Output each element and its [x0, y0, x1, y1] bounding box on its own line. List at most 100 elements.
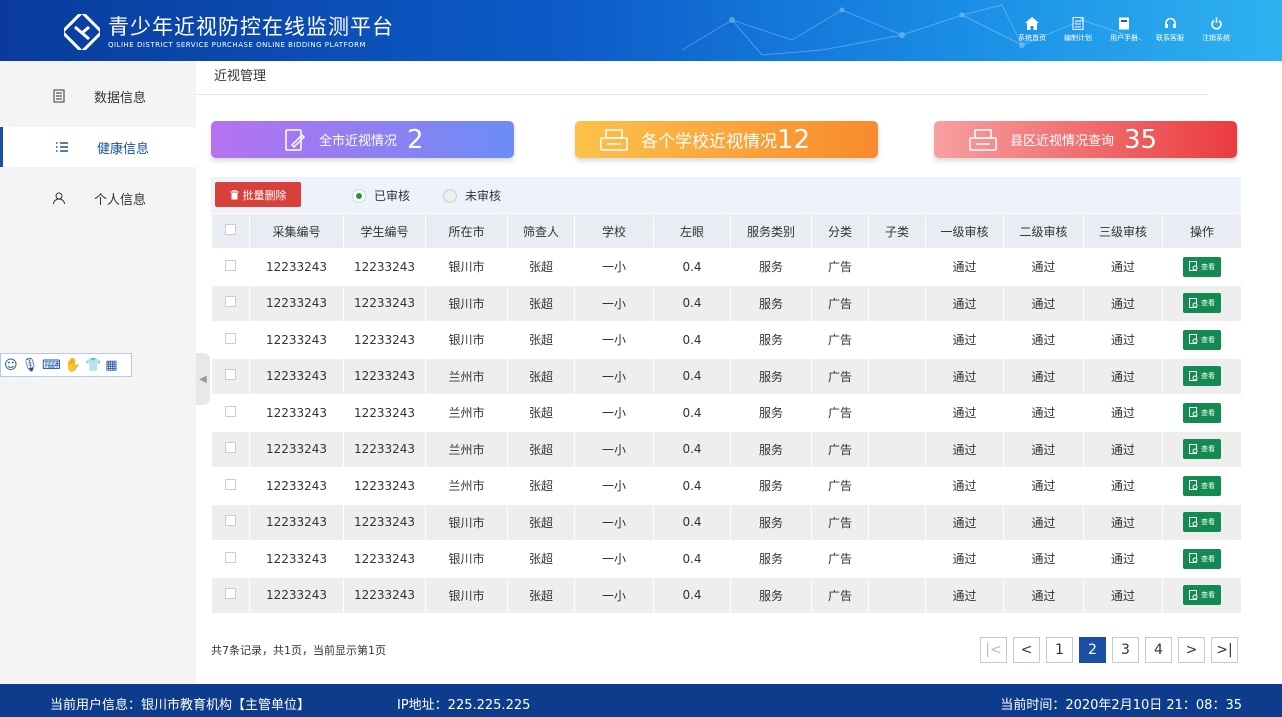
table-cell: 12233243: [343, 394, 426, 432]
column-header[interactable]: 学生编号: [343, 213, 426, 249]
microphone-icon[interactable]: 🎙: [22, 358, 39, 373]
table-cell: 一小: [574, 467, 654, 505]
page-button[interactable]: 1: [1046, 637, 1073, 663]
chevron-left-icon: ◀: [199, 373, 207, 385]
table-cell: 通过: [925, 467, 1004, 505]
table-cell: 一小: [574, 503, 654, 541]
table-cell: 12233243: [249, 540, 344, 578]
prev-page-button[interactable]: <: [1013, 637, 1040, 663]
headset-icon: [1164, 17, 1176, 28]
sidebar-item-health[interactable]: 健康信息: [0, 127, 196, 167]
table-cell: 通过: [1083, 430, 1163, 468]
column-header[interactable]: 筛查人: [507, 213, 575, 249]
radio-dot: [352, 188, 366, 203]
row-checkbox[interactable]: [225, 515, 236, 527]
column-header[interactable]: 分类: [811, 213, 869, 249]
row-checkbox[interactable]: [225, 332, 236, 344]
table-cell: 0.4: [653, 467, 731, 505]
view-button[interactable]: 查看: [1183, 293, 1221, 314]
view-button[interactable]: 查看: [1183, 256, 1221, 277]
row-checkbox[interactable]: [225, 442, 236, 454]
table-cell: 0.4: [653, 430, 731, 468]
table-cell: 通过: [925, 321, 1004, 359]
table-cell: 通过: [1003, 576, 1084, 614]
first-page-button[interactable]: |<: [980, 637, 1007, 663]
nav-support[interactable]: 联系客服: [1152, 17, 1188, 43]
printer-icon: [600, 128, 628, 151]
row-checkbox[interactable]: [225, 369, 236, 381]
radio-approved[interactable]: 已审核: [352, 187, 410, 204]
batch-delete-button[interactable]: 批量删除: [215, 182, 301, 207]
nav-home[interactable]: 系统首页: [1014, 17, 1050, 43]
view-button-label: 查看: [1201, 372, 1215, 381]
view-button[interactable]: 查看: [1183, 439, 1221, 460]
column-header[interactable]: 左眼: [653, 213, 731, 249]
column-header[interactable]: 所在市: [425, 213, 508, 249]
card-label: 全市近视情况: [319, 134, 398, 149]
sidebar-item-personal[interactable]: 个人信息: [0, 178, 196, 218]
page-button[interactable]: 3: [1112, 637, 1139, 663]
column-header[interactable]: 学校: [574, 213, 654, 249]
shirt-icon[interactable]: 👕: [85, 358, 101, 373]
nav-plan[interactable]: 编制计划: [1060, 17, 1096, 43]
row-checkbox[interactable]: [225, 551, 236, 563]
action-cell: 查看: [1162, 284, 1242, 322]
column-header[interactable]: 一级审核: [925, 213, 1004, 249]
view-button-label: 查看: [1201, 299, 1215, 308]
first-page-icon: |<: [985, 642, 1002, 658]
hand-icon[interactable]: ✋: [65, 358, 81, 373]
row-checkbox[interactable]: [225, 478, 236, 490]
sidebar-item-data[interactable]: 数据信息: [0, 76, 196, 116]
last-page-button[interactable]: >|: [1211, 637, 1238, 663]
card-county-myopia[interactable]: 县区近视情况查询 35: [934, 121, 1237, 158]
row-checkbox[interactable]: [225, 588, 236, 600]
view-button[interactable]: 查看: [1183, 585, 1221, 606]
column-header[interactable]: 操作: [1162, 213, 1242, 249]
smiley-icon[interactable]: ☺: [4, 358, 18, 373]
view-button[interactable]: 查看: [1183, 329, 1221, 350]
table-cell: 张超: [507, 430, 575, 468]
sidebar-collapse-handle[interactable]: ◀: [196, 353, 210, 405]
table-cell: 通过: [1083, 576, 1163, 614]
view-button[interactable]: 查看: [1183, 512, 1221, 533]
column-header[interactable]: 采集编号: [249, 213, 344, 249]
view-button[interactable]: 查看: [1183, 548, 1221, 569]
pagination-info: 共7条记录，共1页，当前显示第1页: [211, 644, 386, 657]
grid-icon[interactable]: ▦: [105, 358, 117, 373]
page-button[interactable]: 4: [1145, 637, 1172, 663]
page-button-current[interactable]: 2: [1079, 637, 1106, 663]
table-cell: 张超: [507, 503, 575, 541]
table-cell: 张超: [507, 467, 575, 505]
card-label: 各个学校近视情况: [641, 132, 777, 152]
view-button[interactable]: 查看: [1183, 402, 1221, 423]
radio-pending[interactable]: 未审核: [443, 187, 501, 204]
power-icon: [1210, 17, 1222, 30]
row-checkbox[interactable]: [225, 296, 236, 308]
column-header[interactable]: 子类: [868, 213, 926, 249]
table-cell: 服务: [730, 467, 812, 505]
view-button[interactable]: 查看: [1183, 366, 1221, 387]
view-button[interactable]: 查看: [1183, 475, 1221, 496]
column-header[interactable]: 三级审核: [1083, 213, 1163, 249]
nav-support-label: 联系客服: [1156, 34, 1184, 42]
table-row: 12233243 12233243 银川市 张超 一小 0.4 服务 广告 通过 通过 通过 查看: [211, 284, 1242, 322]
nav-manual[interactable]: 用户手册: [1106, 17, 1142, 43]
table-cell: 一小: [574, 576, 654, 614]
table-cell: 兰州市: [425, 467, 508, 505]
table-cell: [868, 576, 926, 614]
column-header[interactable]: 服务类别: [730, 213, 812, 249]
select-all-checkbox[interactable]: [225, 224, 236, 235]
card-city-myopia[interactable]: 全市近视情况 2: [211, 121, 514, 158]
keyboard-icon[interactable]: ⌨: [42, 358, 61, 373]
row-checkbox[interactable]: [225, 405, 236, 417]
column-header[interactable]: 二级审核: [1003, 213, 1084, 249]
app-title: 青少年近视防控在线监测平台: [108, 15, 394, 39]
row-checkbox[interactable]: [225, 259, 236, 271]
next-page-button[interactable]: >: [1178, 637, 1205, 663]
action-cell: 查看: [1162, 321, 1242, 359]
nav-logout[interactable]: 注销系统: [1198, 17, 1234, 43]
table-row: 12233243 12233243 兰州市 张超 一小 0.4 服务 广告 通过 通过 通过 查看: [211, 467, 1242, 505]
printer-icon: [969, 128, 997, 151]
table-row: 12233243 12233243 兰州市 张超 一小 0.4 服务 广告 通过 通过 通过 查看: [211, 430, 1242, 468]
card-school-myopia[interactable]: 各个学校近视情况 12: [575, 121, 878, 158]
